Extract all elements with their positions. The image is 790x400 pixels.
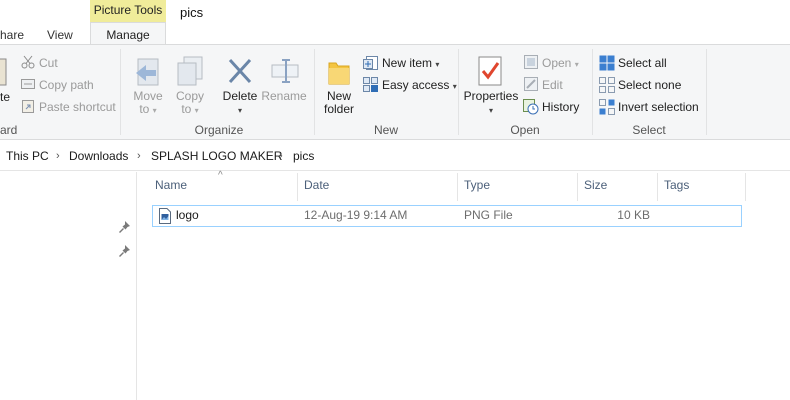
history-icon	[523, 99, 539, 118]
paste-shortcut-icon	[21, 99, 35, 116]
column-divider[interactable]	[297, 173, 298, 201]
easy-access-button[interactable]: Easy access ▾	[382, 78, 457, 92]
new-item-icon	[363, 55, 379, 74]
column-header-date[interactable]: Date	[304, 178, 329, 192]
open-button[interactable]: Open ▾	[542, 56, 579, 70]
select-all-icon	[599, 55, 615, 74]
ribbon: te Cut Copy path Paste shortcut ard Move…	[0, 44, 790, 140]
properties-button[interactable]: Properties ▾	[462, 90, 520, 117]
picture-tools-label: Picture Tools	[93, 3, 163, 17]
tab-manage-label[interactable]: Manage	[90, 28, 166, 42]
group-separator	[458, 49, 459, 135]
tab-share[interactable]: hare	[0, 28, 24, 42]
breadcrumb-chevron-icon[interactable]: ›	[137, 150, 141, 162]
select-all-button[interactable]: Select all	[618, 56, 667, 70]
select-none-button[interactable]: Select none	[618, 78, 681, 92]
column-header-type[interactable]: Type	[464, 178, 490, 192]
copy-to-icon	[176, 55, 204, 92]
open-icon	[524, 55, 538, 72]
column-divider[interactable]	[745, 173, 746, 201]
cut-icon	[21, 55, 35, 72]
new-group-label: New	[373, 123, 398, 137]
paste-button-label[interactable]: te	[0, 90, 10, 104]
rename-icon	[270, 56, 300, 89]
column-header-name[interactable]: Name	[155, 178, 187, 192]
properties-icon	[477, 55, 503, 90]
pin-icon[interactable]	[118, 244, 132, 258]
file-type: PNG File	[464, 208, 513, 222]
paste-shortcut-button[interactable]: Paste shortcut	[39, 100, 116, 114]
window-title: pics	[180, 5, 204, 20]
file-size: 10 KB	[617, 208, 650, 222]
file-row[interactable]	[152, 205, 742, 227]
delete-button[interactable]: Delete ▾	[220, 90, 260, 117]
copy-path-button[interactable]: Copy path	[39, 78, 94, 92]
invert-selection-icon	[599, 99, 615, 118]
history-button[interactable]: History	[542, 100, 579, 114]
breadcrumb-pics[interactable]: pics	[293, 149, 314, 163]
delete-icon	[226, 56, 254, 89]
file-name[interactable]: logo	[176, 208, 199, 222]
column-divider[interactable]	[577, 173, 578, 201]
edit-button[interactable]: Edit	[542, 78, 563, 92]
column-header-tags[interactable]: Tags	[664, 178, 689, 192]
ribbon-tab-row: hare View Picture Tools Manage pics	[0, 0, 790, 45]
invert-selection-button[interactable]: Invert selection	[618, 100, 699, 114]
address-bar[interactable]: This PC › Downloads › SPLASH LOGO MAKER …	[0, 141, 790, 171]
breadcrumb-splash-logo-maker[interactable]: SPLASH LOGO MAKER	[151, 149, 282, 163]
clipboard-group-label: ard	[0, 123, 18, 137]
tab-view[interactable]: View	[47, 28, 73, 42]
breadcrumb-chevron-icon[interactable]: ›	[56, 150, 60, 162]
group-separator	[120, 49, 121, 135]
new-folder-button[interactable]: New folder	[318, 90, 360, 116]
select-group-label: Select	[632, 123, 666, 137]
group-separator	[592, 49, 593, 135]
easy-access-icon	[363, 77, 379, 96]
breadcrumb-downloads[interactable]: Downloads	[69, 149, 128, 163]
cut-button[interactable]: Cut	[39, 56, 58, 70]
png-file-icon	[158, 208, 172, 227]
open-group-label: Open	[510, 123, 540, 137]
organize-group-label: Organize	[194, 123, 244, 137]
sort-ascending-icon: ^	[218, 170, 223, 181]
group-separator	[314, 49, 315, 135]
file-date: 12-Aug-19 9:14 AM	[304, 208, 408, 222]
new-folder-icon	[326, 57, 352, 90]
move-to-button[interactable]: Move to ▾	[128, 90, 168, 117]
column-header-size[interactable]: Size	[584, 178, 607, 192]
column-divider[interactable]	[657, 173, 658, 201]
move-to-icon	[134, 57, 162, 92]
column-divider[interactable]	[457, 173, 458, 201]
paste-icon	[0, 57, 8, 90]
group-separator	[706, 49, 707, 135]
select-none-icon	[599, 77, 615, 96]
pin-icon[interactable]	[118, 220, 132, 234]
copy-to-button[interactable]: Copy to ▾	[170, 90, 210, 117]
rename-button[interactable]: Rename	[260, 90, 308, 103]
breadcrumb-chevron-icon[interactable]: ›	[279, 150, 283, 162]
breadcrumb-this-pc[interactable]: This PC	[6, 149, 49, 163]
new-item-button[interactable]: New item ▾	[382, 56, 439, 70]
navigation-pane[interactable]	[0, 172, 137, 400]
edit-icon	[524, 77, 538, 94]
copy-path-icon	[21, 78, 35, 93]
